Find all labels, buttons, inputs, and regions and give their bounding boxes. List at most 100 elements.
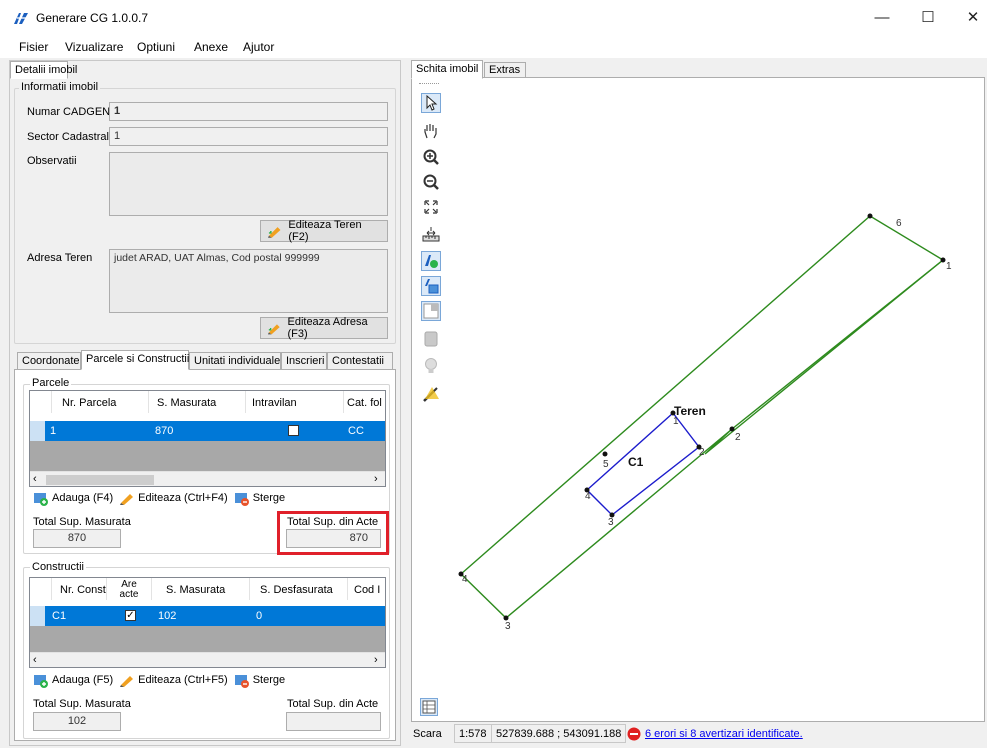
coordinates-readout: 527839.688 ; 543091.188: [491, 724, 627, 743]
errors-link[interactable]: 6 erori si 8 avertizari identificate.: [645, 728, 803, 740]
warning-wand-icon[interactable]: [422, 385, 440, 403]
col-nr-parcela[interactable]: Nr. Parcela: [52, 391, 149, 413]
delete-icon: [234, 493, 249, 506]
info-group-label: Informatii imobil: [19, 81, 101, 93]
close-button[interactable]: ✕: [950, 4, 987, 32]
layer-icon[interactable]: [421, 251, 441, 271]
adauga-label: Adauga (F4): [52, 492, 114, 504]
row-header-corner: [30, 578, 52, 600]
constructii-total-acte-field[interactable]: [286, 712, 381, 731]
numar-cadgen-field[interactable]: 1: [109, 102, 388, 121]
menu-bar: Fisier Vizualizare Optiuni Anexe Ajutor: [0, 36, 987, 58]
point-label-3: 3: [505, 621, 511, 632]
grid-toggle-icon[interactable]: [420, 698, 438, 716]
tab-extras[interactable]: Extras: [484, 62, 526, 78]
editeaza-adresa-button[interactable]: Editeaza Adresa (F3): [260, 316, 388, 340]
add-icon: [34, 675, 48, 688]
pan-icon[interactable]: [422, 122, 440, 140]
menu-optiuni[interactable]: Optiuni: [137, 40, 175, 54]
scroll-left-icon[interactable]: ‹: [33, 654, 37, 666]
constructii-total-masurata-field: 102: [33, 712, 121, 731]
select-icon[interactable]: [421, 93, 441, 113]
parcele-hscrollbar[interactable]: ‹ ›: [30, 471, 385, 486]
menu-vizualizare[interactable]: Vizualizare: [65, 40, 123, 54]
sterge-parcela-button[interactable]: Sterge: [234, 490, 285, 506]
tab-parcele-constructii[interactable]: Parcele si Constructii: [81, 350, 189, 370]
pencil-icon: [267, 227, 281, 238]
tab-schita-imobil[interactable]: Schita imobil: [411, 60, 483, 79]
c1-label: C1: [628, 455, 644, 469]
table-row[interactable]: 1 870 CC: [30, 421, 385, 441]
col-intravilan[interactable]: Intravilan: [246, 391, 344, 413]
sketch-canvas[interactable]: 1 2 3 4 5 6 1 2 3 4 Teren C1: [446, 78, 984, 720]
measure-icon[interactable]: [422, 225, 440, 243]
scroll-right-icon[interactable]: ›: [374, 473, 378, 485]
col-s-masurata[interactable]: S. Masurata: [149, 391, 246, 413]
row-selector[interactable]: [30, 606, 45, 626]
zoom-in-icon[interactable]: [422, 148, 440, 166]
window-title: Generare CG 1.0.0.7: [36, 11, 149, 25]
constructii-hscrollbar[interactable]: ‹ ›: [30, 652, 385, 667]
col-s-masurata[interactable]: S. Masurata: [152, 578, 250, 600]
zoom-extent-icon[interactable]: [423, 199, 439, 215]
sector-cadastral-field[interactable]: 1: [109, 127, 388, 146]
tab-unitati-individuale[interactable]: Unitati individuale: [189, 352, 281, 370]
layer-move-icon[interactable]: [421, 276, 441, 296]
sterge-label: Sterge: [252, 674, 286, 686]
bulb-icon[interactable]: [423, 357, 439, 375]
intravilan-checkbox[interactable]: [288, 425, 299, 436]
zoom-out-icon[interactable]: [422, 173, 440, 191]
adauga-parcela-button[interactable]: Adauga (F4): [33, 490, 113, 506]
delete-icon: [234, 675, 249, 688]
row-header-corner: [30, 391, 52, 413]
print-icon[interactable]: [422, 330, 440, 348]
col-are-acte[interactable]: Are acte: [107, 578, 152, 600]
editeaza-constructie-button[interactable]: Editeaza (Ctrl+F5): [119, 672, 228, 688]
constructii-total-masurata-label: Total Sup. Masurata: [33, 698, 131, 710]
inner-point-label-3: 3: [608, 517, 614, 528]
sterge-constructie-button[interactable]: Sterge: [234, 672, 285, 688]
scroll-right-icon[interactable]: ›: [374, 654, 378, 666]
row-selector[interactable]: [30, 421, 45, 441]
point-label-4: 4: [462, 574, 468, 585]
inner-point-label-2: 2: [699, 447, 705, 458]
table-row[interactable]: C1 ✓ 102 0: [30, 606, 385, 626]
maximize-button[interactable]: ☐: [905, 4, 951, 32]
tab-contestatii[interactable]: Contestatii: [327, 352, 393, 370]
editeaza-teren-button[interactable]: Editeaza Teren (F2): [260, 219, 388, 243]
adauga-constructie-button[interactable]: Adauga (F5): [33, 672, 113, 688]
col-s-desfasurata[interactable]: S. Desfasurata: [250, 578, 348, 600]
pencil-icon: [120, 494, 134, 505]
editeaza-teren-label: Editeaza Teren (F2): [288, 219, 362, 243]
parcele-group-label: Parcele: [30, 377, 72, 389]
minimize-button[interactable]: —: [859, 4, 905, 32]
teren-label: Teren: [674, 404, 706, 418]
layer-grid-icon[interactable]: [421, 301, 441, 321]
are-acte-checkbox[interactable]: ✓: [125, 610, 136, 621]
editeaza-parcela-button[interactable]: Editeaza (Ctrl+F4): [119, 490, 228, 506]
scroll-thumb[interactable]: [46, 475, 154, 485]
editeaza-label: Editeaza (Ctrl+F5): [138, 674, 228, 686]
constructii-grid: Nr. Constr Are acte S. Masurata S. Desfa…: [29, 577, 386, 668]
adresa-teren-field[interactable]: judet ARAD, UAT Almas, Cod postal 999999: [109, 249, 388, 313]
scroll-left-icon[interactable]: ‹: [33, 473, 37, 485]
observatii-field[interactable]: [109, 152, 388, 216]
tab-detalii-imobil[interactable]: Detalii imobil: [10, 61, 77, 79]
menu-anexe[interactable]: Anexe: [194, 40, 228, 54]
col-cat-fol[interactable]: Cat. fol: [344, 391, 385, 413]
parcele-total-masurata-field: 870: [33, 529, 121, 548]
tab-inscrieri[interactable]: Inscrieri: [281, 352, 327, 370]
grid-empty-area: [30, 626, 385, 652]
constructii-actions: Adauga (F5) Editeaza (Ctrl+F5) Sterge: [33, 672, 285, 688]
menu-ajutor[interactable]: Ajutor: [243, 40, 274, 54]
col-nr-constr[interactable]: Nr. Constr: [52, 578, 107, 600]
grid-empty-area: [30, 441, 385, 471]
col-cod[interactable]: Cod I: [348, 578, 385, 600]
sector-cadastral-label: Sector Cadastral: [27, 131, 109, 143]
tab-coordonate[interactable]: Coordonate: [17, 352, 81, 370]
pencil-icon: [120, 676, 134, 687]
point-label-6: 6: [896, 218, 902, 229]
cell-nr-constr: C1: [52, 610, 67, 622]
error-icon: [627, 727, 641, 741]
menu-fisier[interactable]: Fisier: [19, 40, 48, 54]
